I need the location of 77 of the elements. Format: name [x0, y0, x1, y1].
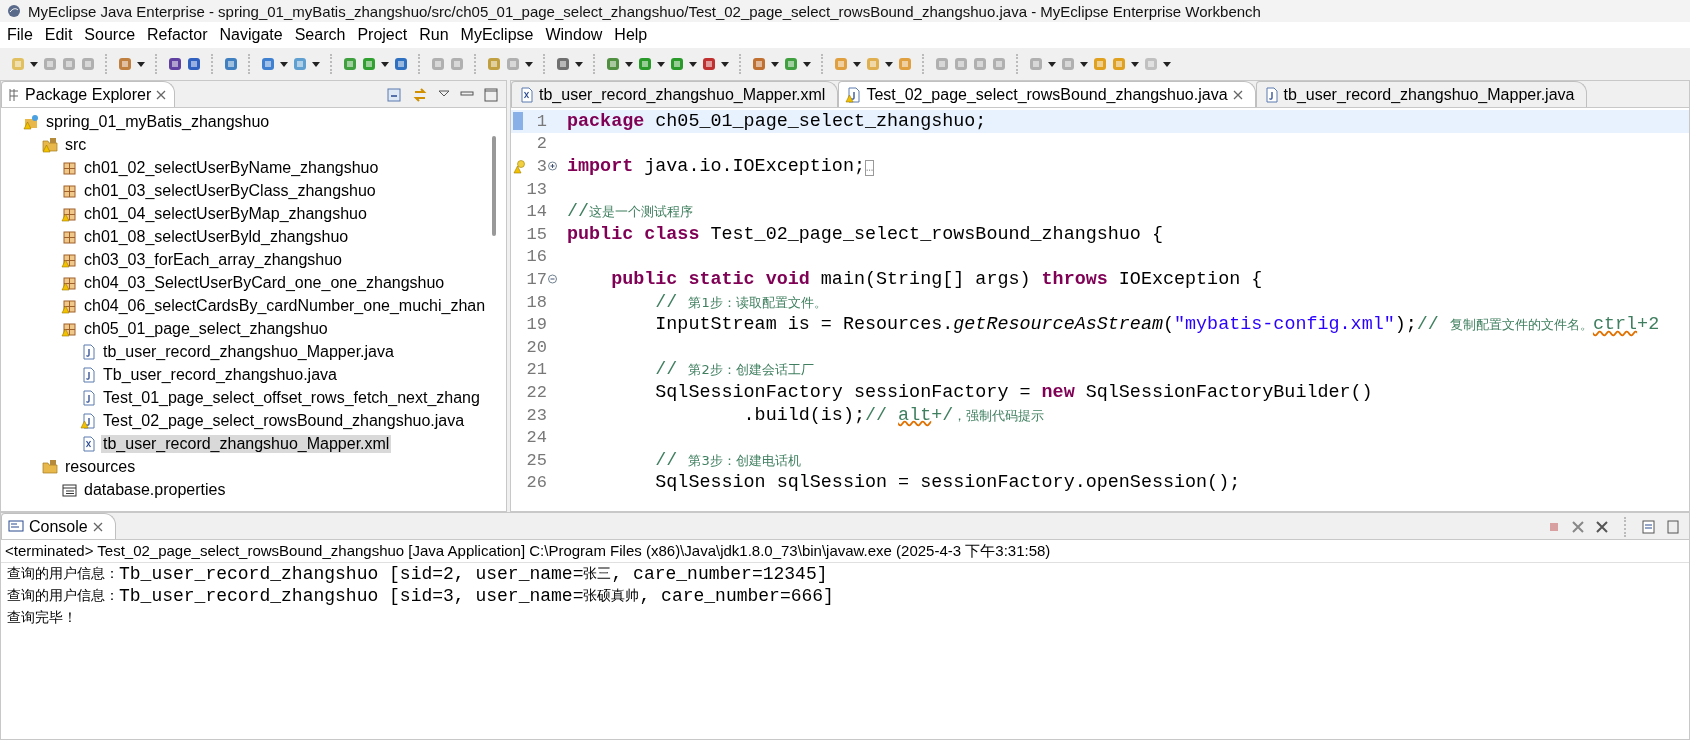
collapse-all-icon[interactable] — [386, 86, 402, 103]
code-line: package ch05_01_page_select_zhangshuo; — [566, 110, 987, 132]
scroll-lock-icon[interactable] — [1665, 518, 1681, 535]
tree-item[interactable]: Test_02_page_select_rowsBound_zhangshuo.java — [101, 411, 467, 430]
tree-item[interactable]: spring_01_myBatis_zhangshuo — [44, 112, 272, 131]
tree-item[interactable]: ch01_02_selectUserByName_zhangshuo — [82, 158, 381, 177]
menu-item[interactable]: MyEclipse — [457, 26, 543, 44]
line-number: 23 — [526, 405, 547, 425]
menu-item[interactable]: File — [4, 26, 42, 44]
tree-item[interactable]: ch04_06_selectCardsBy_cardNumber_one_muchi_zhan — [82, 296, 488, 315]
editor-tab[interactable]: tb_user_record_zhangshuo_Mapper.java — [1255, 81, 1588, 107]
menu-item[interactable]: Help — [611, 26, 657, 44]
tree-item[interactable]: ch01_04_selectUserByMap_zhangshuo — [82, 204, 369, 223]
tree-item[interactable]: ch03_03_forEach_array_zhangshuo — [82, 250, 344, 269]
console-line: 查询的用户信息：Tb_user_record_zhangshuo [sid=2, user_name=张三, care_number=12345] — [6, 563, 829, 585]
line-number: 15 — [526, 224, 547, 244]
menu-item[interactable]: Refactor — [144, 26, 217, 44]
code-line: //这是一个测试程序 — [566, 201, 694, 223]
line-number: 25 — [526, 450, 547, 470]
code-line: // 第3步：创建电话机 — [654, 449, 801, 471]
code-line: import java.io.IOException;… — [566, 156, 875, 177]
tree-item[interactable]: database.properties — [82, 480, 228, 499]
window-title: MyEclipse Java Enterprise - spring_01_myBatis_zhangshuo/src/ch05_01_page_select_zhangshuo/Test_02_page_select_rowsBound_zhangshuo.java - MyEclipse Enterprise Workbench — [28, 2, 1261, 20]
maximize-icon[interactable] — [484, 86, 498, 103]
tree-item[interactable]: Tb_user_record_zhangshuo.java — [101, 365, 339, 384]
line-number: 16 — [526, 247, 547, 267]
line-number: 22 — [526, 382, 547, 402]
line-number: 21 — [526, 360, 547, 380]
tree-item[interactable]: ch01_08_selectUserByld_zhangshuo — [82, 227, 351, 246]
line-number: 24 — [526, 428, 547, 448]
tree-item[interactable]: ch01_03_selectUserByClass_zhangshuo — [82, 181, 378, 200]
clear-console-icon[interactable] — [1641, 518, 1657, 535]
line-number: 1 — [536, 111, 547, 131]
menu-item[interactable]: Source — [81, 26, 145, 44]
code-line: SqlSessionFactory sessionFactory = new SqlSessionFactoryBuilder() — [654, 381, 1373, 403]
remove-launch-icon[interactable] — [1570, 518, 1586, 535]
editor-tab[interactable]: Test_02_page_select_rowsBound_zhangshuo.java — [838, 81, 1256, 107]
console-line: 查询完毕！ — [6, 608, 78, 627]
tree-item[interactable]: ch05_01_page_select_zhangshuo — [82, 319, 330, 338]
line-number: 17 — [526, 269, 547, 289]
tree-item[interactable]: resources — [63, 457, 138, 476]
console-status: <terminated> Test_02_page_select_rowsBound_zhangshuo [Java Application] C:\Program Files (x86)\Java\jdk1.8.0_73\bin\javaw.exe (2025-4-3 下午3:31:58) — [1, 540, 1689, 563]
line-number: 19 — [526, 315, 547, 335]
tree-item[interactable]: Test_01_page_select_offset_rows_fetch_next_zhang — [101, 388, 482, 407]
scrollbar-thumb[interactable] — [492, 136, 496, 236]
remove-all-icon[interactable] — [1594, 518, 1610, 535]
app-logo-icon — [6, 3, 22, 19]
line-number: 13 — [526, 179, 547, 199]
line-number: 18 — [526, 292, 547, 312]
line-number: 14 — [526, 202, 547, 222]
menu-item[interactable]: Navigate — [216, 26, 292, 44]
tree-item[interactable]: src — [63, 135, 89, 154]
menu-item[interactable]: Edit — [41, 26, 82, 44]
code-line: public static void main(String[] args) throws IOException { — [610, 268, 1263, 290]
code-line: InputStream is = Resources.getResourceAsStream("mybatis-config.xml");// 复制配置文件的文件名。ctrl+2 — [654, 314, 1660, 336]
code-line: .build(is);// alt+/，强制代码提示 — [742, 404, 1045, 426]
menu-item[interactable]: Project — [354, 26, 417, 44]
tree-item[interactable]: ch04_03_SelectUserByCard_one_one_zhangshuo — [82, 273, 447, 292]
view-tab[interactable]: Package Explorer — [1, 81, 176, 107]
code-line: SqlSession sqlSession = sessionFactory.openSession(); — [654, 472, 1241, 494]
view-tab[interactable]: Console — [1, 513, 116, 539]
line-number: 2 — [536, 134, 547, 154]
code-line: // 第2步：创建会话工厂 — [654, 359, 814, 381]
console-icon — [8, 518, 24, 535]
line-number: 26 — [526, 473, 547, 493]
menu-item[interactable]: Window — [542, 26, 612, 44]
editor-tab[interactable]: tb_user_record_zhangshuo_Mapper.xml — [511, 81, 839, 107]
menu-item[interactable]: Search — [291, 26, 355, 44]
console-line: 查询的用户信息：Tb_user_record_zhangshuo [sid=3, user_name=张硕真帅, care_number=666] — [6, 585, 835, 607]
line-number: 3 — [536, 157, 547, 176]
line-number: 20 — [526, 337, 547, 357]
code-line: public class Test_02_page_select_rowsBound_zhangshuo { — [566, 223, 1163, 245]
tree-item[interactable]: tb_user_record_zhangshuo_Mapper.xml — [101, 434, 392, 453]
menu-item[interactable]: Run — [416, 26, 458, 44]
link-editor-icon[interactable] — [412, 86, 428, 103]
code-line: // 第1步：读取配置文件。 — [654, 291, 827, 313]
tree-item[interactable]: tb_user_record_zhangshuo_Mapper.java — [101, 342, 396, 361]
